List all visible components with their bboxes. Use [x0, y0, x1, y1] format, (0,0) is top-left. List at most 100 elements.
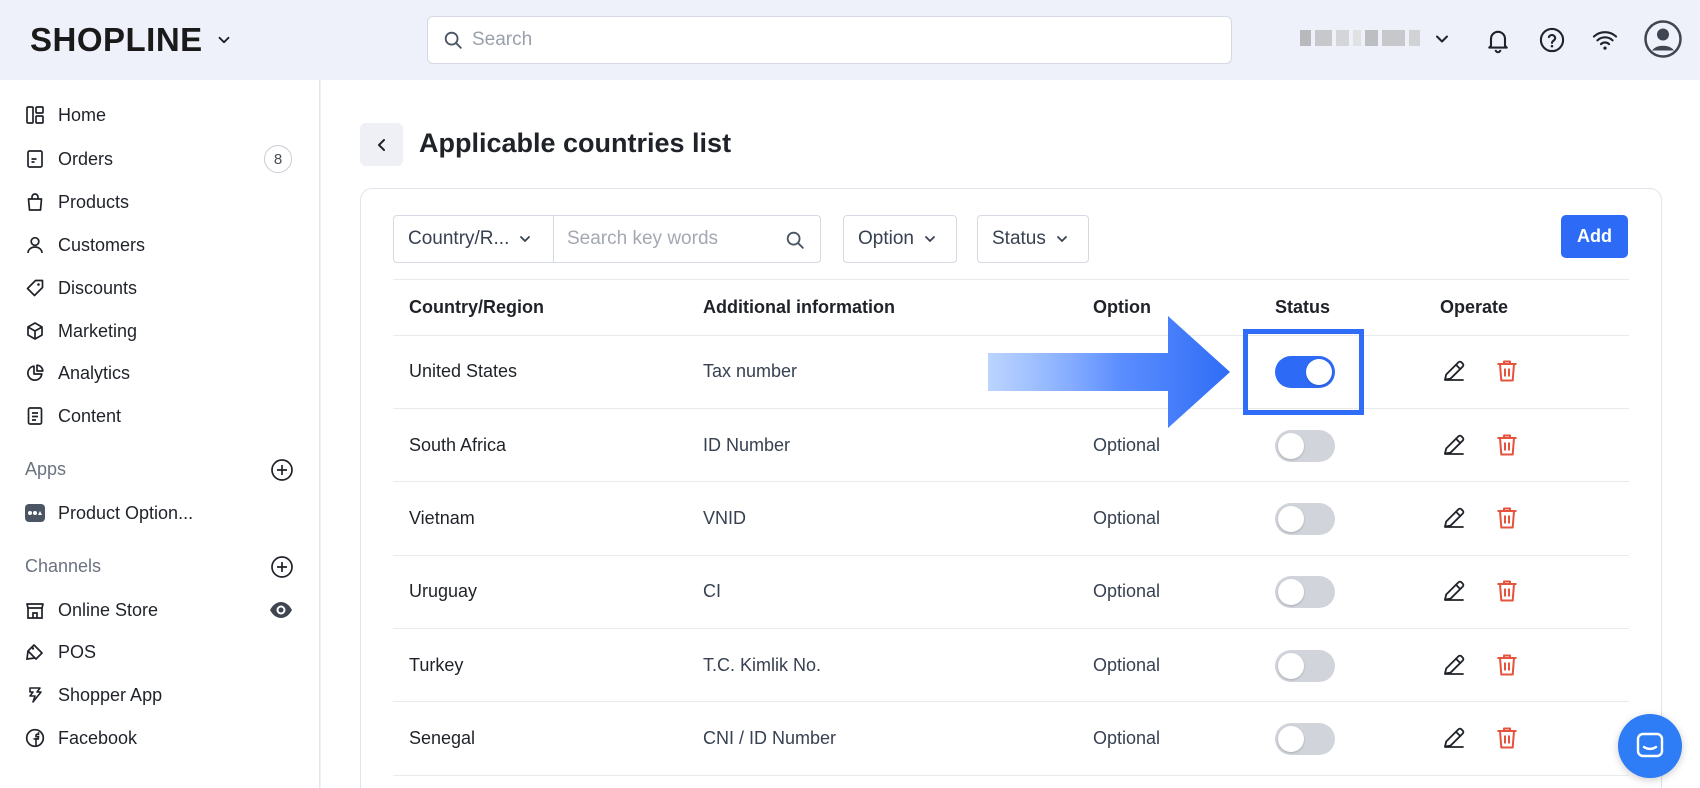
sidebar-item-label: Content [58, 405, 122, 426]
status-filter-select[interactable]: Status [977, 215, 1089, 263]
support-chat-button[interactable] [1618, 714, 1682, 778]
tag-icon [24, 277, 46, 299]
delete-icon[interactable] [1493, 357, 1521, 385]
pos-tag-icon [24, 641, 46, 663]
sidebar-item-discounts[interactable]: Discounts [24, 268, 294, 308]
column-header-status: Status [1275, 297, 1331, 317]
option-cell: Optional [1093, 728, 1161, 748]
search-icon [444, 31, 462, 49]
store-switcher[interactable]: SHOPLINE [30, 21, 233, 58]
sidebar-item-label: POS [58, 641, 97, 662]
status-toggle[interactable] [1275, 723, 1335, 755]
status-toggle[interactable] [1275, 430, 1335, 462]
info-cell: Tax number [703, 361, 798, 381]
shopper-app-icon [24, 684, 46, 706]
user-icon [24, 234, 46, 256]
column-header-operate: Operate [1440, 297, 1509, 317]
avatar[interactable] [1644, 20, 1682, 58]
info-cell: T.C. Kimlik No. [703, 655, 822, 675]
app-icon [24, 502, 46, 524]
delete-icon[interactable] [1493, 431, 1521, 459]
sidebar-item-online-store[interactable]: Online Store [24, 590, 294, 630]
table-divider [393, 555, 1629, 556]
sidebar-item-label: Facebook [58, 727, 138, 748]
keyword-search-input[interactable] [567, 228, 777, 250]
country-filter-select[interactable]: Country/R... [393, 215, 554, 263]
chevron-down-icon [1056, 236, 1067, 242]
sidebar-item-orders[interactable]: Orders 8 [24, 139, 294, 179]
sidebar-item-analytics[interactable]: Analytics [24, 353, 294, 393]
toggle-knob [1278, 726, 1304, 752]
sidebar-item-pos[interactable]: POS [24, 632, 294, 672]
option-filter-select[interactable]: Option [843, 215, 957, 263]
delete-icon[interactable] [1493, 651, 1521, 679]
sidebar-item-label: Customers [58, 234, 146, 255]
sidebar-item-label: Shopper App [58, 684, 163, 705]
edit-icon[interactable] [1440, 357, 1468, 385]
status-toggle[interactable] [1275, 576, 1335, 608]
info-cell: VNID [703, 508, 747, 528]
sidebar-item-label: Discounts [58, 277, 138, 298]
status-toggle[interactable] [1275, 650, 1335, 682]
edit-icon[interactable] [1440, 504, 1468, 532]
sidebar-item-facebook[interactable]: Facebook [24, 718, 294, 758]
sidebar-item-marketing[interactable]: Marketing [24, 311, 294, 351]
shopping-bag-icon [24, 191, 46, 213]
column-header-info: Additional information [703, 297, 895, 317]
edit-icon[interactable] [1440, 577, 1468, 605]
option-cell: Optional [1093, 655, 1161, 675]
chevron-left-icon [377, 138, 385, 151]
chat-icon [1636, 732, 1664, 758]
toggle-knob [1278, 579, 1304, 605]
search-icon[interactable] [784, 229, 806, 251]
annotation-arrow [988, 316, 1230, 428]
delete-icon[interactable] [1493, 577, 1521, 605]
column-header-option: Option [1093, 297, 1151, 317]
add-app-icon[interactable] [270, 458, 294, 482]
chevron-down-icon [520, 236, 531, 242]
table-divider [393, 279, 1629, 280]
sidebar-item-customers[interactable]: Customers [24, 225, 294, 265]
wifi-icon[interactable] [1591, 26, 1619, 54]
page-title: Applicable countries list [419, 128, 732, 158]
status-toggle[interactable] [1275, 503, 1335, 535]
sidebar-item-shopper-app[interactable]: Shopper App [24, 675, 294, 715]
eye-icon[interactable] [268, 597, 294, 623]
add-channel-icon[interactable] [270, 555, 294, 579]
chevron-down-icon[interactable] [1432, 29, 1452, 49]
add-button[interactable]: Add [1561, 215, 1628, 258]
table-divider [393, 481, 1629, 482]
delete-icon[interactable] [1493, 504, 1521, 532]
option-filter-label: Option [858, 228, 914, 249]
sidebar-item-products[interactable]: Products [24, 182, 294, 222]
country-cell: Vietnam [409, 508, 475, 528]
edit-icon[interactable] [1440, 431, 1468, 459]
edit-icon[interactable] [1440, 724, 1468, 752]
channels-section-label: Channels [25, 556, 102, 576]
info-cell: CI [703, 581, 721, 601]
info-cell: ID Number [703, 435, 791, 455]
storefront-icon [24, 599, 46, 621]
option-cell: Optional [1093, 581, 1161, 601]
bell-icon[interactable] [1484, 26, 1512, 54]
global-search[interactable] [427, 16, 1232, 64]
back-button[interactable] [360, 123, 403, 166]
keyword-search-field[interactable] [553, 215, 821, 263]
country-cell: Uruguay [409, 581, 478, 601]
sidebar-item-home[interactable]: Home [24, 95, 294, 135]
sidebar-item-label: Analytics [58, 362, 131, 383]
sidebar-item-label: Online Store [58, 599, 159, 620]
document-icon [24, 405, 46, 427]
store-name-blurred[interactable] [1300, 27, 1420, 49]
delete-icon[interactable] [1493, 724, 1521, 752]
search-input[interactable] [472, 29, 1172, 51]
country-cell: South Africa [409, 435, 507, 455]
edit-icon[interactable] [1440, 651, 1468, 679]
sidebar-item-label: Orders [58, 148, 114, 169]
countries-card [360, 188, 1662, 788]
option-cell: Optional [1093, 508, 1161, 528]
sidebar-item-product-option[interactable]: Product Option... [24, 493, 294, 533]
sidebar-item-content[interactable]: Content [24, 396, 294, 436]
sidebar-item-label: Marketing [58, 320, 138, 341]
help-icon[interactable] [1538, 26, 1566, 54]
